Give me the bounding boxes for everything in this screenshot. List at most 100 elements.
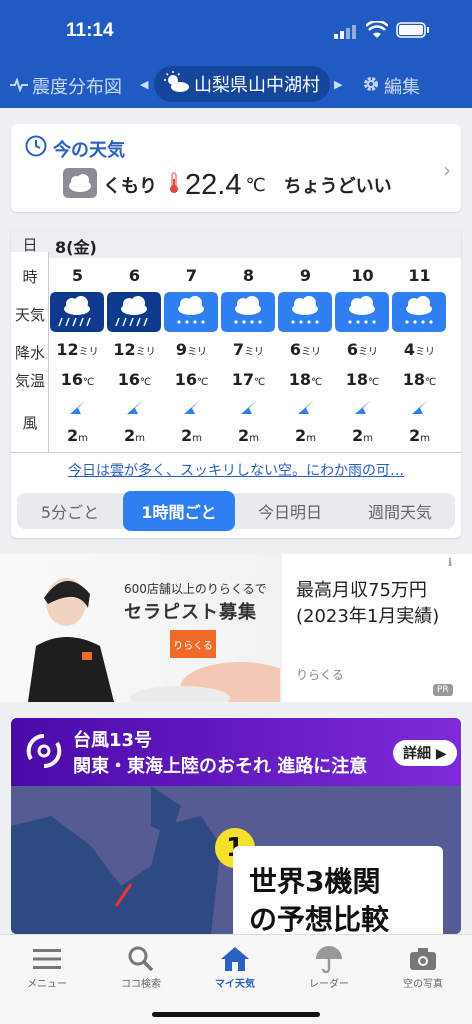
tab-sky-photo[interactable]: 空の写真 [376,943,470,990]
tab-my-weather-label: マイ天気 [215,979,255,990]
ad-info-icon[interactable]: ℹ [448,556,452,569]
ad-brand: りらくる [296,668,344,682]
ad-text-line2: (2023年1月実績) [296,606,440,627]
heavy-rain-icon [50,292,104,332]
tab-radar-label: レーダー [309,979,349,990]
hour-column: 9 6ミリ 18℃ 2m [277,258,334,453]
wind-direction-icon [355,400,371,414]
chevron-right-icon: › [443,158,451,182]
advertisement[interactable]: 600店舗以上のりらくるで セラピスト募集 りらくる ℹ 最高月収75万円 (2… [0,554,472,702]
current-weather-card[interactable]: 今の天気 くもり 22.4 ℃ ちょうどいい › [11,124,461,212]
ad-image: 600店舗以上のりらくるで セラピスト募集 りらくる [0,554,282,702]
menu-icon [0,943,94,975]
ad-text-line1: 最高月収75万円 [296,580,427,601]
weather-condition: くもり [103,176,157,197]
rain-icon [278,292,332,332]
tab-menu-label: メニュー [27,979,67,990]
home-icon [188,943,282,975]
tab-search-label: ココ検索 [121,979,161,990]
wind-speed-value: 2m [124,426,145,445]
feels-like: ちょうどいい [283,176,392,197]
tab-hourly[interactable]: 1時間ごと [123,491,235,531]
divider [11,452,461,453]
clock: 11:14 [66,20,114,41]
typhoon-icon [25,732,63,774]
home-indicator [152,1012,320,1017]
top-navigation-bar: 震度分布図 ◀ 山梨県山中湖村 ▶ 編集 [0,62,472,108]
wind-direction-icon [241,400,257,414]
wind-speed-value: 2m [409,426,430,445]
typhoon-banner[interactable]: 台風13号 関東・東海上陸のおそれ 進路に注意 詳細 ▶ 1 世界3機関 の予想… [11,718,461,934]
label-weather: 天気 [14,306,45,324]
location-selector[interactable]: 山梨県山中湖村 [154,66,330,102]
precip-value: 4ミリ [403,340,436,359]
wind-speed-value: 2m [238,426,259,445]
thermometer-icon [169,172,179,198]
tab-weekly[interactable]: 週間天気 [345,493,455,529]
comparison-line2: の予想比較 [249,903,390,934]
gear-icon [362,75,380,98]
umbrella-icon [282,943,376,975]
camera-icon [376,943,470,975]
label-precip: 降水 [14,344,45,362]
precip-value: 12ミリ [56,340,99,359]
wind-speed-value: 2m [181,426,202,445]
cloud-icon [63,168,97,202]
hour-column: 5 12ミリ 16℃ 2m [49,258,106,453]
precip-value: 7ミリ [232,340,265,359]
tab-menu[interactable]: メニュー [0,943,94,990]
hour-label: 7 [185,266,198,285]
typhoon-title: 台風13号 [73,730,153,751]
hour-column: 10 6ミリ 18℃ 2m [334,258,391,453]
cellular-signal-icon [334,24,358,43]
clock-icon [25,135,47,162]
tab-radar[interactable]: レーダー [282,943,376,990]
temperature-value: 18℃ [345,370,380,389]
forecast-summary-link[interactable]: 今日は雲が多く、スッキリしない空。にわか雨の可… [11,460,461,480]
next-location-icon[interactable]: ▶ [334,78,342,91]
hour-label: 6 [128,266,141,285]
current-weather-title: 今の天気 [25,135,125,162]
hour-column: 7 9ミリ 16℃ 2m [163,258,220,453]
wind-speed-value: 2m [352,426,373,445]
precip-value: 6ミリ [289,340,322,359]
ad-line2: セラピスト募集 [124,602,257,623]
day-header: 8(金) [49,228,461,258]
wind-speed-value: 2m [67,426,88,445]
tab-5min[interactable]: 5分ごと [17,493,123,529]
temperature-value: 17℃ [231,370,266,389]
seismic-map-link[interactable]: 震度分布図 [10,73,122,99]
location-name: 山梨県山中湖村 [194,75,320,96]
typhoon-details-button[interactable]: 詳細 ▶ [393,740,457,766]
label-day: 日 [11,228,49,254]
wind-direction-icon [127,400,143,414]
row-labels: 日 時 天気 降水 気温 風 [11,228,49,453]
rain-icon [335,292,389,332]
prev-location-icon[interactable]: ◀ [140,78,148,91]
temperature-unit: ℃ [245,174,266,196]
rain-icon [392,292,446,332]
hour-label: 8 [242,266,255,285]
hourly-forecast-card: 日 時 天気 降水 気温 風 8(金) 5 12ミリ 16℃ 2m 6 12ミリ 16℃ 2m… [11,228,461,538]
edit-label: 編集 [384,77,420,98]
precip-value: 6ミリ [346,340,379,359]
label-wind: 風 [22,414,38,432]
hour-label: 9 [299,266,312,285]
tab-my-weather[interactable]: マイ天気 [188,943,282,990]
edit-button[interactable]: 編集 [362,73,420,99]
temperature-value: 18℃ [402,370,437,389]
temperature-value: 16℃ [174,370,209,389]
tab-today-tomorrow[interactable]: 今日明日 [235,493,345,529]
tab-search[interactable]: ココ検索 [94,943,188,990]
temperature-value: 16℃ [117,370,152,389]
ad-logo: りらくる [170,630,216,658]
wind-direction-icon [70,400,86,414]
ad-pr-badge: PR [433,684,453,696]
details-label: 詳細 [403,746,431,762]
wind-direction-icon [412,400,428,414]
hour-label: 10 [351,266,374,285]
label-hour: 時 [22,268,38,286]
therapist-photo [28,578,114,702]
hour-label: 5 [71,266,84,285]
typhoon-subtitle: 関東・東海上陸のおそれ 進路に注意 [73,756,368,777]
